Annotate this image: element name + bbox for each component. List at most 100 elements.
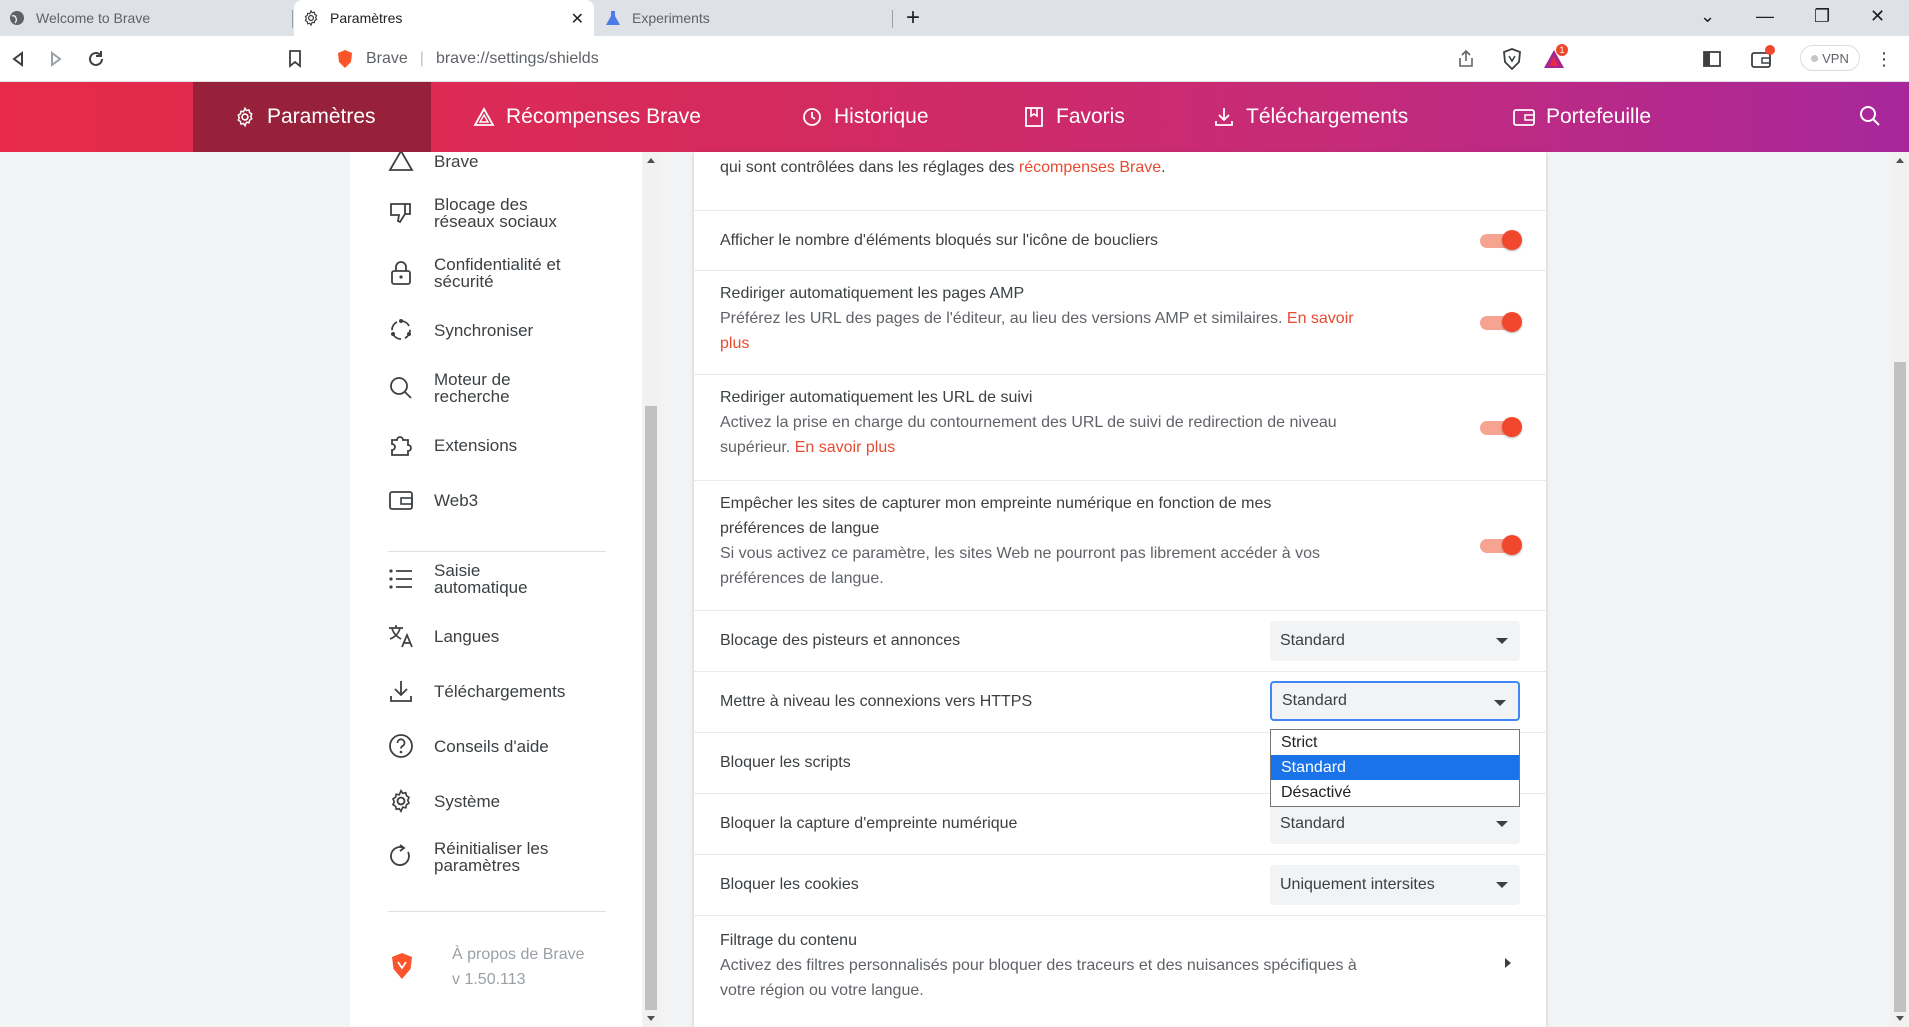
minimize-button[interactable]: —: [1756, 6, 1774, 27]
sidebar-item-social-blocking[interactable]: Blocage des réseaux sociaux: [386, 196, 557, 230]
settings-sidebar: Brave Blocage des réseaux sociaux Confide…: [350, 152, 642, 1027]
download-icon: [386, 676, 416, 706]
scroll-down-arrow-icon[interactable]: [647, 1016, 655, 1021]
restore-button[interactable]: ❐: [1814, 6, 1830, 27]
setting-text: Rediriger automatiquement les URL de sui…: [720, 385, 1440, 460]
sidebar-item-label: Système: [434, 791, 501, 811]
scroll-down-arrow-icon[interactable]: [1896, 1016, 1904, 1021]
select-cookies[interactable]: Uniquement intersites: [1270, 865, 1520, 905]
sidebar-item-search-engine[interactable]: Moteur de recherche: [386, 371, 511, 405]
reset-icon: [386, 842, 416, 872]
rewards-note: qui sont contrôlées dans les réglages de…: [720, 159, 1166, 176]
sidebar-item-web3[interactable]: Web3: [386, 485, 478, 515]
chevron-down-icon: [1496, 882, 1508, 888]
tab-search-icon[interactable]: ⌄: [1700, 6, 1715, 27]
nav-settings[interactable]: Paramètres: [193, 82, 431, 152]
page-scroll-thumb[interactable]: [1894, 362, 1906, 1012]
toggle-blocked-count[interactable]: [1480, 230, 1522, 250]
learn-more-link[interactable]: En savoir plus: [795, 439, 896, 456]
wallet-icon: [386, 485, 416, 515]
about-brave-link[interactable]: À propos de Brave v 1.50.113: [452, 942, 585, 992]
option-disabled[interactable]: Désactivé: [1271, 780, 1519, 805]
toggle-amp[interactable]: [1480, 312, 1522, 332]
tab-welcome[interactable]: Welcome to Brave: [0, 0, 290, 36]
toggle-language-fingerprint[interactable]: [1480, 535, 1522, 555]
new-tab-button[interactable]: +: [906, 4, 920, 32]
learn-more-link[interactable]: En savoir: [1287, 310, 1354, 327]
thumbs-down-icon: [386, 198, 416, 228]
nav-label: Historique: [834, 105, 929, 128]
history-icon: [800, 105, 824, 129]
sidebar-item-label: Langues: [434, 626, 500, 646]
select-trackers-ads[interactable]: Standard: [1270, 621, 1520, 661]
nav-rewards[interactable]: Récompenses Brave: [472, 82, 701, 152]
scroll-up-arrow-icon[interactable]: [1896, 158, 1904, 163]
rewards-link[interactable]: récompenses Brave: [1019, 159, 1161, 176]
sidebar-toggle-icon[interactable]: [1700, 47, 1724, 71]
setting-text: Filtrage du contenu Activez des filtres …: [720, 928, 1440, 1003]
scroll-up-arrow-icon[interactable]: [647, 158, 655, 163]
sidebar-item-label: Brave: [434, 152, 479, 171]
page-scrollbar[interactable]: [1891, 152, 1909, 1027]
sidebar-scrollbar[interactable]: [642, 152, 660, 1027]
sidebar-item-downloads[interactable]: Téléchargements: [386, 676, 565, 706]
nav-wallet[interactable]: Portefeuille: [1512, 82, 1651, 152]
sidebar-item-label: Synchroniser: [434, 320, 534, 340]
setting-title: Bloquer la capture d'empreinte numérique: [720, 815, 1018, 832]
sidebar-item-extensions[interactable]: Extensions: [386, 430, 517, 460]
learn-more-link-continued[interactable]: plus: [720, 331, 1420, 356]
lock-icon: [386, 258, 416, 288]
option-strict[interactable]: Strict: [1271, 730, 1519, 755]
setting-row-content-filtering[interactable]: Filtrage du contenu Activez des filtres …: [694, 915, 1546, 1027]
close-window-button[interactable]: ✕: [1870, 6, 1885, 27]
about-version: v 1.50.113: [452, 971, 526, 988]
gear-icon: [302, 9, 320, 27]
sidebar-item-languages[interactable]: Langues: [386, 621, 499, 651]
close-icon[interactable]: ✕: [571, 9, 584, 29]
menu-icon[interactable]: ⋮: [1872, 47, 1896, 71]
setting-description-2: votre région ou votre langue.: [720, 982, 924, 999]
back-button[interactable]: [6, 47, 30, 71]
setting-description: Activez la prise en charge du contournem…: [720, 414, 1337, 431]
search-icon[interactable]: [1858, 104, 1882, 133]
option-standard[interactable]: Standard: [1271, 755, 1519, 780]
setting-description: Si vous activez ce paramètre, les sites …: [720, 545, 1320, 562]
settings-header: Paramètres Récompenses Brave Historique …: [0, 82, 1909, 152]
bookmark-icon[interactable]: [283, 47, 307, 71]
tab-settings[interactable]: Paramètres ✕: [294, 0, 594, 36]
toggle-tracking-urls[interactable]: [1480, 417, 1522, 437]
select-https-upgrade[interactable]: Standard: [1270, 681, 1520, 721]
sidebar-item-sync[interactable]: Synchroniser: [386, 315, 533, 345]
setting-row-trackers-ads: Blocage des pisteurs et annonces Standar…: [694, 610, 1546, 671]
chevron-down-icon: [1494, 700, 1506, 706]
reload-button[interactable]: [84, 47, 108, 71]
sidebar-item-system[interactable]: Système: [386, 786, 500, 816]
setting-title: Empêcher les sites de capturer mon empre…: [720, 495, 1272, 512]
setting-title-2: préférences de langue: [720, 520, 880, 537]
nav-bookmarks[interactable]: Favoris: [1022, 82, 1125, 152]
sidebar-scroll-thumb[interactable]: [645, 406, 657, 1010]
forward-button[interactable]: [44, 47, 68, 71]
tab-title: Paramètres: [330, 10, 403, 26]
sidebar-item-autofill[interactable]: Saisie automatique: [386, 562, 528, 596]
sidebar-item-privacy[interactable]: Confidentialité et sécurité: [386, 256, 561, 290]
sync-icon: [386, 315, 416, 345]
wallet-button[interactable]: [1750, 45, 1775, 71]
sidebar-item-label: Saisie automatique: [434, 561, 528, 597]
chevron-right-icon[interactable]: [1504, 956, 1512, 974]
nav-label: Récompenses Brave: [506, 105, 701, 128]
address-bar[interactable]: Brave | brave://settings/shields: [324, 42, 1484, 76]
sidebar-item-rewards[interactable]: Brave: [386, 152, 478, 176]
select-fingerprinting[interactable]: Standard: [1270, 804, 1520, 844]
tab-title: Welcome to Brave: [36, 10, 151, 26]
vpn-button[interactable]: VPN: [1800, 45, 1860, 71]
sidebar-item-help-tips[interactable]: Conseils d'aide: [386, 731, 549, 761]
tab-experiments[interactable]: Experiments: [596, 0, 892, 36]
rewards-button[interactable]: 1: [1542, 44, 1568, 71]
share-icon[interactable]: [1456, 49, 1476, 74]
brave-shields-button[interactable]: [1500, 47, 1524, 71]
nav-downloads[interactable]: Téléchargements: [1212, 82, 1408, 152]
sidebar-item-reset[interactable]: Réinitialiser les paramètres: [386, 840, 548, 874]
setting-title: Blocage des pisteurs et annonces: [720, 632, 961, 649]
nav-history[interactable]: Historique: [800, 82, 929, 152]
